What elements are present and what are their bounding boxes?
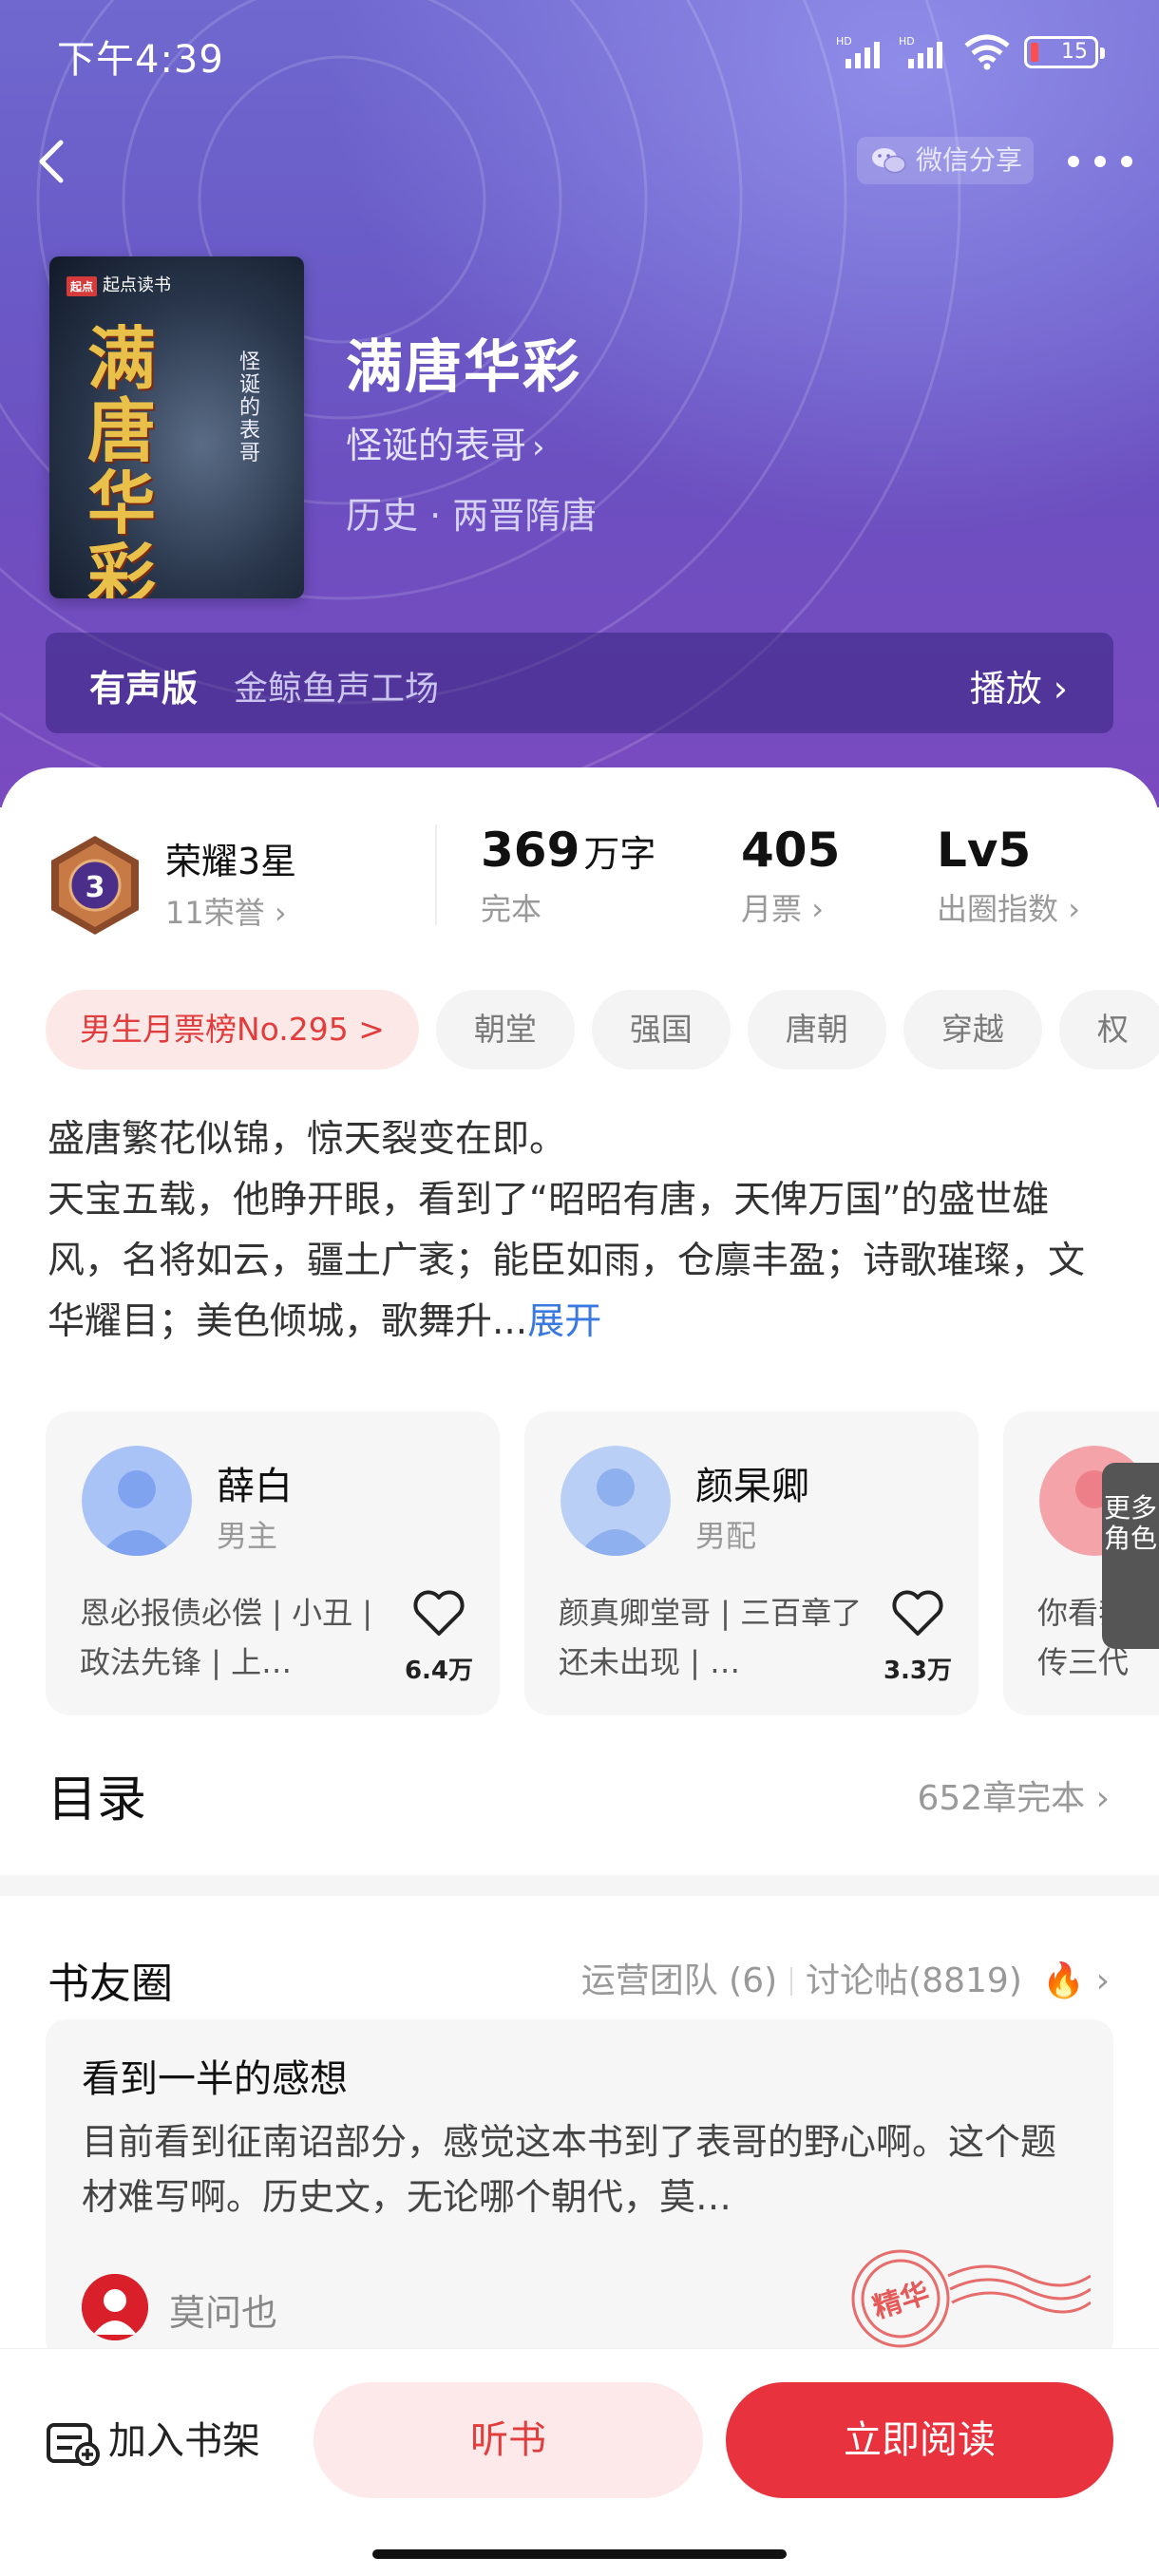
stat-word-count: 369 万字 完本: [481, 823, 656, 927]
add-bookshelf-icon: [47, 2423, 100, 2466]
status-bar: 下午4:39 HD HD 15: [0, 0, 1159, 104]
cover-title: 满唐华彩: [87, 318, 157, 599]
audio-version-bar[interactable]: 有声版 金鲸鱼声工场 播放 ›: [46, 633, 1113, 733]
book-title: 满唐华彩: [346, 334, 581, 401]
battery-indicator: 15: [1024, 36, 1105, 68]
cell-signal-icon: HD: [899, 35, 942, 68]
user-avatar: [82, 2274, 148, 2340]
share-label: 微信分享: [916, 144, 1023, 176]
tag-chip[interactable]: 朝堂: [435, 990, 575, 1070]
read-now-button[interactable]: 立即阅读: [726, 2382, 1113, 2498]
wechat-icon: [872, 148, 906, 174]
table-of-contents-title[interactable]: 目录: [48, 1759, 146, 1830]
divider: [435, 824, 437, 925]
character-name: 颜杲卿: [695, 1465, 809, 1508]
svg-text:HD: HD: [899, 35, 915, 47]
back-arrow-icon[interactable]: [27, 133, 84, 190]
character-card[interactable]: 薛白 男主 恩必报债必偿 | 小丑 | 政法先锋 | 上… 6.4万: [46, 1411, 500, 1715]
featured-stamp-icon: 精华: [851, 2249, 1091, 2348]
reader-circle-title: 书友圈: [48, 1960, 173, 2008]
more-options-icon[interactable]: [1062, 142, 1138, 180]
reader-circle-links[interactable]: 运营团队 (6) 讨论帖(8819) 🔥 ›: [581, 1953, 1110, 2002]
tag-list: 男生月票榜No.295 > 朝堂 强国 唐朝 穿越权: [46, 990, 1159, 1075]
book-cover[interactable]: 起点 起点读书 满唐华彩 怪诞的表哥: [49, 256, 304, 598]
character-card[interactable]: 颜杲卿 男配 颜真卿堂哥 | 三百章了还未出现 | … 3.3万: [524, 1411, 978, 1715]
like-count: 6.4万: [404, 1657, 474, 1685]
character-name: 薛白: [217, 1465, 293, 1508]
operations-team-link[interactable]: 运营团队 (6): [581, 1961, 777, 2000]
discussion-link[interactable]: 讨论帖(8819): [806, 1961, 1022, 2000]
character-role: 男配: [695, 1518, 757, 1554]
chapter-status-link[interactable]: 652章完本 ›: [917, 1771, 1110, 1820]
add-to-shelf-button[interactable]: 加入书架: [46, 2415, 293, 2472]
svg-text:精华: 精华: [869, 2276, 934, 2325]
more-characters-button[interactable]: 更多角色: [1102, 1463, 1159, 1649]
audio-label: 有声版: [89, 668, 199, 710]
battery-level: 15: [1061, 40, 1088, 64]
home-indicator: [372, 2549, 787, 2559]
svg-text:HD: HD: [836, 35, 852, 47]
play-button[interactable]: 播放 ›: [970, 659, 1068, 711]
character-role: 男主: [217, 1518, 278, 1554]
character-avatar: [560, 1446, 671, 1556]
character-desc: 颜真卿堂哥 | 三百章了还未出现 | …: [559, 1595, 863, 1680]
character-avatar: [82, 1446, 192, 1556]
fire-icon: 🔥: [1042, 1961, 1086, 2000]
tag-chip[interactable]: 穿越: [902, 990, 1042, 1070]
tag-chip[interactable]: 权: [1058, 990, 1159, 1070]
stat-monthly-ticket[interactable]: 405 月票 ›: [741, 823, 840, 929]
tag-chip[interactable]: 强国: [591, 990, 731, 1070]
heart-icon[interactable]: [410, 1586, 467, 1639]
author-link[interactable]: 怪诞的表哥 ›: [346, 416, 545, 468]
post-title: 看到一半的感想: [82, 2057, 348, 2101]
character-list: 薛白 男主 恩必报债必偿 | 小丑 | 政法先锋 | 上… 6.4万 颜杲卿 男…: [46, 1411, 1159, 1715]
add-to-shelf-label: 加入书架: [108, 2419, 260, 2463]
book-genre: 历史 · 两晋隋唐: [346, 495, 598, 537]
cover-author: 怪诞的表哥: [239, 350, 261, 465]
wifi-icon: [964, 34, 1010, 70]
book-synopsis: 盛唐繁花似锦，惊天裂变在即。 天宝五载，他睁开眼，看到了“昭昭有唐，天俾万国”的…: [48, 1109, 1121, 1353]
listen-button[interactable]: 听书: [314, 2382, 703, 2498]
post-body: 目前看到征南诏部分，感觉这本书到了表哥的野心啊。这个题材难写啊。历史文，无论哪个…: [82, 2121, 1057, 2218]
featured-post[interactable]: 看到一半的感想 目前看到征南诏部分，感觉这本书到了表哥的野心啊。这个题材难写啊。…: [46, 2019, 1113, 2361]
cover-publisher: 起点读书: [103, 275, 172, 295]
honor-count-link[interactable]: 11荣誉 ›: [165, 889, 287, 933]
character-desc: 恩必报债必偿 | 小丑 | 政法先锋 | 上…: [80, 1595, 373, 1680]
honor-title: 荣耀3星: [165, 841, 297, 882]
svg-text:3: 3: [86, 871, 105, 904]
synopsis-line: 盛唐繁花似锦，惊天裂变在即。: [48, 1118, 567, 1161]
audio-studio: 金鲸鱼声工场: [234, 670, 440, 709]
heart-icon[interactable]: [889, 1586, 946, 1639]
wechat-share-button[interactable]: 微信分享: [857, 137, 1034, 184]
tag-chip[interactable]: 唐朝: [747, 990, 886, 1070]
chevron-right-icon: ›: [532, 428, 545, 466]
book-header: 下午4:39 HD HD 15 微信分享 起点 起点读书 满唐华彩 怪诞的表哥 …: [0, 0, 1159, 807]
author-name: 怪诞的表哥: [346, 425, 527, 466]
honor-badge-icon: 3: [51, 836, 139, 935]
section-divider: [0, 1875, 1159, 1896]
post-username: 莫问也: [169, 2292, 278, 2334]
like-count: 3.3万: [883, 1657, 953, 1685]
ranking-tag[interactable]: 男生月票榜No.295 >: [46, 990, 419, 1070]
status-time: 下午4:39: [57, 38, 224, 82]
stat-popularity-index[interactable]: Lv5 出圈指数 ›: [937, 823, 1080, 929]
cell-signal-icon: HD: [836, 35, 880, 68]
expand-link[interactable]: 展开: [527, 1300, 601, 1343]
